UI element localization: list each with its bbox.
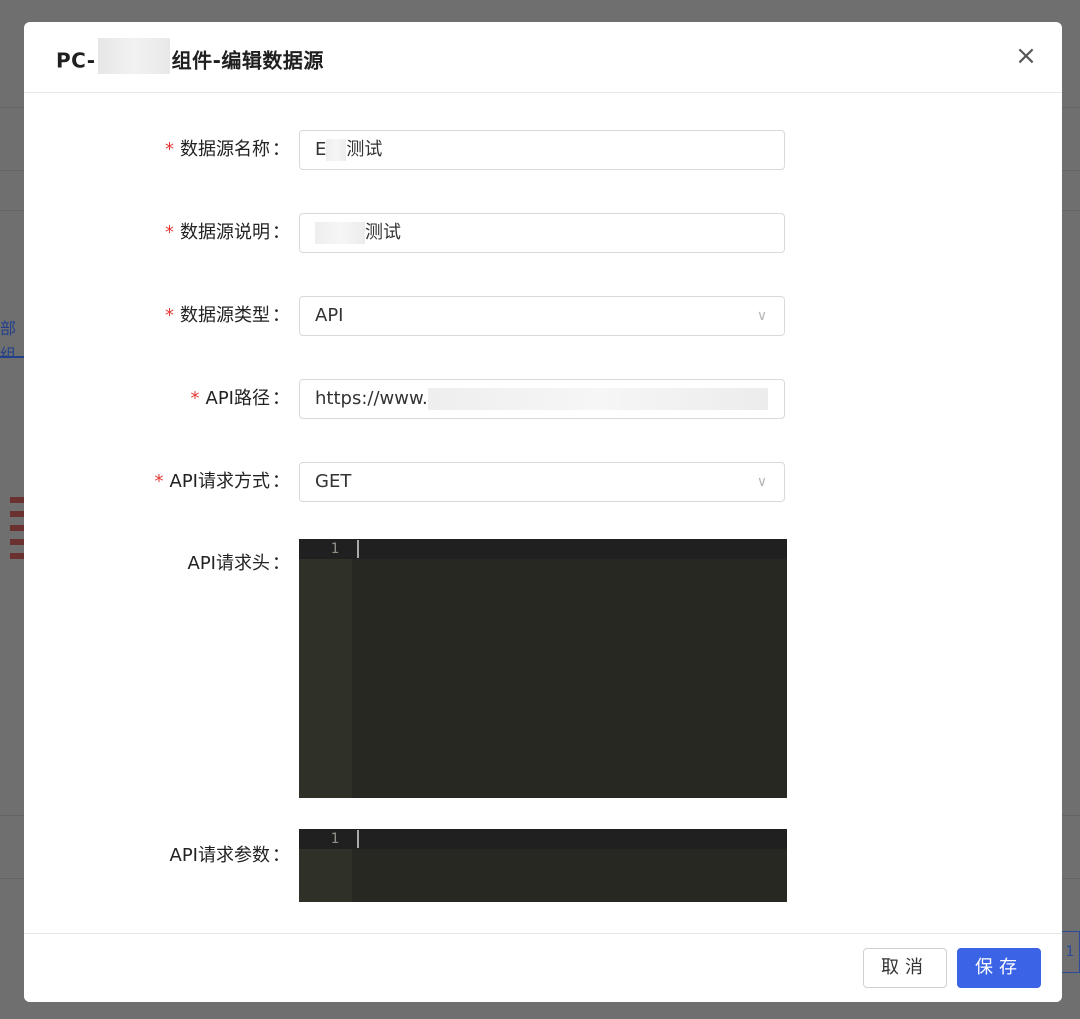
required-mark: *: [165, 222, 174, 243]
type-label: * 数据源类型：: [30, 296, 290, 336]
cancel-button[interactable]: 取消: [863, 948, 947, 988]
type-selected-value: API: [315, 305, 344, 326]
api-params-editor[interactable]: 1: [299, 829, 787, 902]
name-value-prefix: E: [315, 139, 327, 160]
colon: ：: [272, 553, 290, 574]
modal-footer: 取消 保存: [24, 933, 1062, 1002]
required-mark: *: [165, 305, 174, 326]
api-headers-editor[interactable]: 1: [299, 539, 787, 798]
colon: ：: [272, 305, 290, 326]
modal-title: PC- 组件-编辑数据源: [56, 38, 324, 80]
editor-active-line: [299, 539, 787, 559]
editor-cursor: [357, 830, 359, 848]
api-params-label-text: API请求参数: [169, 845, 270, 866]
name-label: * 数据源名称：: [30, 130, 290, 170]
bg-page-number[interactable]: 1: [1060, 931, 1080, 973]
editor-gutter: [299, 539, 352, 798]
type-select[interactable]: API ∨: [299, 296, 785, 336]
api-headers-label-text: API请求头: [187, 553, 270, 574]
type-label-text: 数据源类型: [180, 305, 270, 326]
editor-active-line: [299, 829, 787, 849]
name-label-text: 数据源名称: [180, 139, 270, 160]
api-path-input[interactable]: https://www.: [299, 379, 785, 419]
description-value-suffix: 测试: [365, 222, 401, 243]
colon: ：: [272, 388, 290, 409]
api-method-selected-value: GET: [315, 471, 352, 492]
colon: ：: [272, 222, 290, 243]
chevron-down-icon: ∨: [756, 474, 768, 490]
api-headers-label: API请求头：: [30, 544, 290, 584]
line-number: 1: [330, 831, 339, 847]
bg-tab: 部组: [0, 316, 26, 358]
close-icon[interactable]: ×: [1014, 43, 1038, 69]
redacted-block: [326, 139, 347, 161]
save-button[interactable]: 保存: [957, 948, 1041, 988]
description-label-text: 数据源说明: [180, 222, 270, 243]
required-mark: *: [165, 139, 174, 160]
line-number: 1: [330, 541, 339, 557]
api-path-value-prefix: https://www.: [315, 388, 428, 409]
redacted-block: [427, 388, 768, 410]
editor-cursor: [357, 540, 359, 558]
edit-datasource-modal: PC- 组件-编辑数据源 × * 数据源名称： E 测试 * 数据源说明： 测试 * 数据…: [24, 22, 1062, 1002]
modal-header: PC- 组件-编辑数据源 ×: [24, 22, 1062, 93]
description-input[interactable]: 测试: [299, 213, 785, 253]
name-value-suffix: 测试: [346, 139, 383, 160]
title-prefix: PC-: [56, 48, 96, 73]
colon: ：: [272, 471, 290, 492]
title-redacted-block: [97, 38, 170, 74]
required-mark: *: [190, 388, 200, 409]
required-mark: *: [154, 471, 164, 492]
redacted-block: [315, 222, 365, 244]
api-path-label: * API路径：: [30, 379, 290, 419]
api-method-select[interactable]: GET ∨: [299, 462, 785, 502]
chevron-down-icon: ∨: [756, 308, 768, 324]
colon: ：: [272, 845, 290, 866]
name-input[interactable]: E 测试: [299, 130, 785, 170]
api-method-label: * API请求方式：: [30, 462, 290, 502]
api-path-label-text: API路径: [205, 388, 270, 409]
description-label: * 数据源说明：: [30, 213, 290, 253]
api-method-label-text: API请求方式: [169, 471, 270, 492]
api-params-label: API请求参数：: [30, 836, 290, 876]
title-suffix: 组件-编辑数据源: [171, 48, 324, 73]
colon: ：: [272, 139, 290, 160]
